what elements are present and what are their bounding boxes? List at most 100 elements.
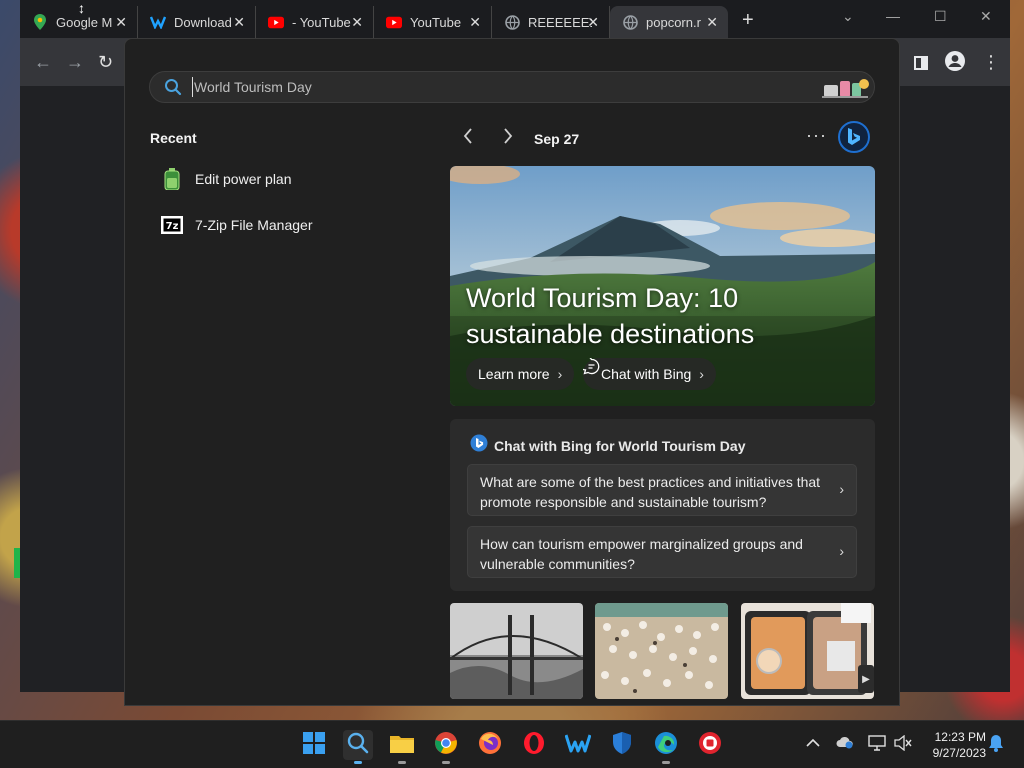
chrome-icon — [434, 731, 458, 760]
chat-card-title: Chat with Bing for World Tourism Day — [494, 437, 746, 454]
close-window-icon[interactable]: ✕ — [980, 8, 992, 25]
running-indicator — [662, 761, 670, 764]
tab-download[interactable]: Download ✕ — [138, 6, 256, 38]
taskbar-app[interactable] — [695, 730, 725, 760]
back-icon[interactable]: ← — [34, 52, 52, 73]
taskbar-opera[interactable] — [519, 730, 549, 760]
taskbar-edge[interactable] — [651, 730, 681, 764]
chevron-right-icon: › — [839, 543, 844, 559]
tab-label: REEEEEE1 — [528, 14, 592, 30]
onedrive-status-icon[interactable] — [836, 735, 854, 752]
taskbar-wps[interactable] — [563, 730, 593, 760]
close-icon[interactable]: ✕ — [469, 14, 481, 31]
chat-with-bing-card: Chat with Bing for World Tourism Day Wha… — [450, 419, 875, 591]
tab-youtube-2[interactable]: YouTube ✕ — [374, 6, 492, 38]
recent-item-edit-power-plan[interactable]: Edit power plan — [161, 164, 411, 194]
tab-label: - YouTube — [292, 14, 351, 30]
maximize-icon[interactable]: ☐ — [934, 8, 947, 25]
system-clock[interactable]: 12:23 PM 9/27/2023 — [924, 729, 986, 761]
chevron-right-icon: › — [699, 366, 704, 382]
search-icon — [347, 732, 369, 759]
reload-icon[interactable]: ↻ — [98, 52, 113, 73]
tab-label: Google M — [56, 14, 113, 30]
thumbnail-row: ▶ — [450, 603, 875, 699]
highlights-header: Sep 27 ··· — [450, 121, 875, 155]
search-icon — [164, 78, 182, 101]
clock-time: 12:23 PM — [934, 730, 986, 744]
highlights-date: Sep 27 — [534, 131, 580, 147]
opera-icon — [522, 731, 546, 760]
more-options-button[interactable]: ··· — [806, 125, 827, 146]
previous-day-icon[interactable] — [462, 127, 474, 150]
search-input[interactable] — [192, 77, 792, 97]
close-icon[interactable]: ✕ — [115, 14, 127, 31]
recent-item-label: 7-Zip File Manager — [195, 217, 313, 233]
recent-heading: Recent — [150, 130, 197, 146]
active-indicator — [354, 761, 362, 764]
learn-more-button[interactable]: Learn more › — [466, 358, 575, 390]
app-icon — [698, 731, 722, 760]
tab-search-icon[interactable]: ⌄ — [842, 8, 854, 25]
wps-icon — [564, 732, 592, 759]
menu-icon[interactable]: ⋮ — [982, 52, 1000, 73]
chevron-right-icon: › — [839, 481, 844, 497]
close-icon[interactable]: ✕ — [233, 14, 245, 31]
tourism-doodle-icon[interactable] — [820, 75, 870, 106]
running-indicator — [442, 761, 450, 764]
youtube-icon — [268, 14, 284, 30]
taskbar-defender[interactable] — [607, 730, 637, 760]
taskbar-firefox[interactable] — [475, 730, 505, 760]
close-icon[interactable]: ✕ — [587, 14, 599, 31]
search-bar[interactable] — [149, 71, 875, 103]
volume-muted-icon[interactable] — [894, 734, 912, 754]
chat-card-header: Chat with Bing for World Tourism Day — [470, 434, 745, 457]
search-panel: Recent Edit power plan 7z 7-Zip File Man… — [124, 38, 900, 706]
chevron-right-icon: › — [557, 366, 563, 382]
firefox-icon — [478, 731, 502, 760]
taskbar-chrome[interactable] — [431, 730, 461, 764]
chat-with-bing-button[interactable]: Chat with Bing › — [583, 358, 716, 390]
close-icon[interactable]: ✕ — [706, 14, 718, 31]
bing-icon[interactable] — [838, 121, 870, 153]
tab-label: YouTube — [410, 14, 462, 30]
next-day-icon[interactable] — [502, 127, 514, 150]
thumbnail-bridge[interactable] — [450, 603, 583, 699]
forward-icon[interactable]: → — [66, 52, 84, 73]
thumbnail-packed-suitcase[interactable] — [741, 603, 874, 699]
thumbnail-scroll-right-icon[interactable]: ▶ — [858, 665, 874, 693]
start-button[interactable] — [299, 730, 329, 760]
tab-label: Download — [174, 14, 232, 30]
bing-icon — [470, 434, 488, 457]
tab-popcorn[interactable]: popcorn.r ✕ — [610, 6, 728, 38]
mouse-cursor-icon: ↕ — [78, 0, 85, 16]
taskbar-file-explorer[interactable] — [387, 730, 417, 764]
recent-item-label: Edit power plan — [195, 171, 292, 187]
tab-strip: Google M ✕ Download ✕ - YouTube ✕ YouTub… — [20, 0, 1010, 38]
profile-icon[interactable] — [944, 50, 966, 77]
recent-item-7zip[interactable]: 7z 7-Zip File Manager — [161, 210, 411, 240]
chat-suggestion-text: How can tourism empower marginalized gro… — [480, 536, 803, 572]
hero-card[interactable]: World Tourism Day: 10 sustainable destin… — [450, 166, 875, 406]
tab-reeeeee[interactable]: REEEEEE1 ✕ — [492, 6, 610, 38]
globe-icon — [504, 14, 520, 30]
google-maps-icon — [32, 14, 48, 30]
network-icon[interactable] — [868, 735, 886, 754]
thumbnail-beach-crowd[interactable] — [595, 603, 728, 699]
minimize-icon[interactable]: — — [886, 8, 900, 24]
edge-icon — [654, 731, 678, 760]
tab-label: popcorn.r — [646, 14, 701, 30]
notification-bell-icon[interactable] — [988, 734, 1004, 755]
show-hidden-icons-icon[interactable] — [806, 735, 820, 751]
close-icon[interactable]: ✕ — [351, 14, 363, 31]
chat-with-bing-label: Chat with Bing — [601, 366, 692, 382]
side-panel-icon[interactable] — [914, 54, 928, 75]
hero-title: World Tourism Day: 10 sustainable destin… — [466, 283, 755, 349]
tab-youtube-1[interactable]: - YouTube ✕ — [256, 6, 374, 38]
taskbar-search-button[interactable] — [343, 730, 373, 764]
new-tab-button[interactable]: + — [742, 9, 754, 32]
globe-icon — [622, 14, 638, 30]
chat-suggestion[interactable]: What are some of the best practices and … — [467, 464, 857, 516]
chat-suggestion[interactable]: How can tourism empower marginalized gro… — [467, 526, 857, 578]
battery-icon — [161, 168, 183, 190]
clock-date: 9/27/2023 — [932, 746, 986, 760]
